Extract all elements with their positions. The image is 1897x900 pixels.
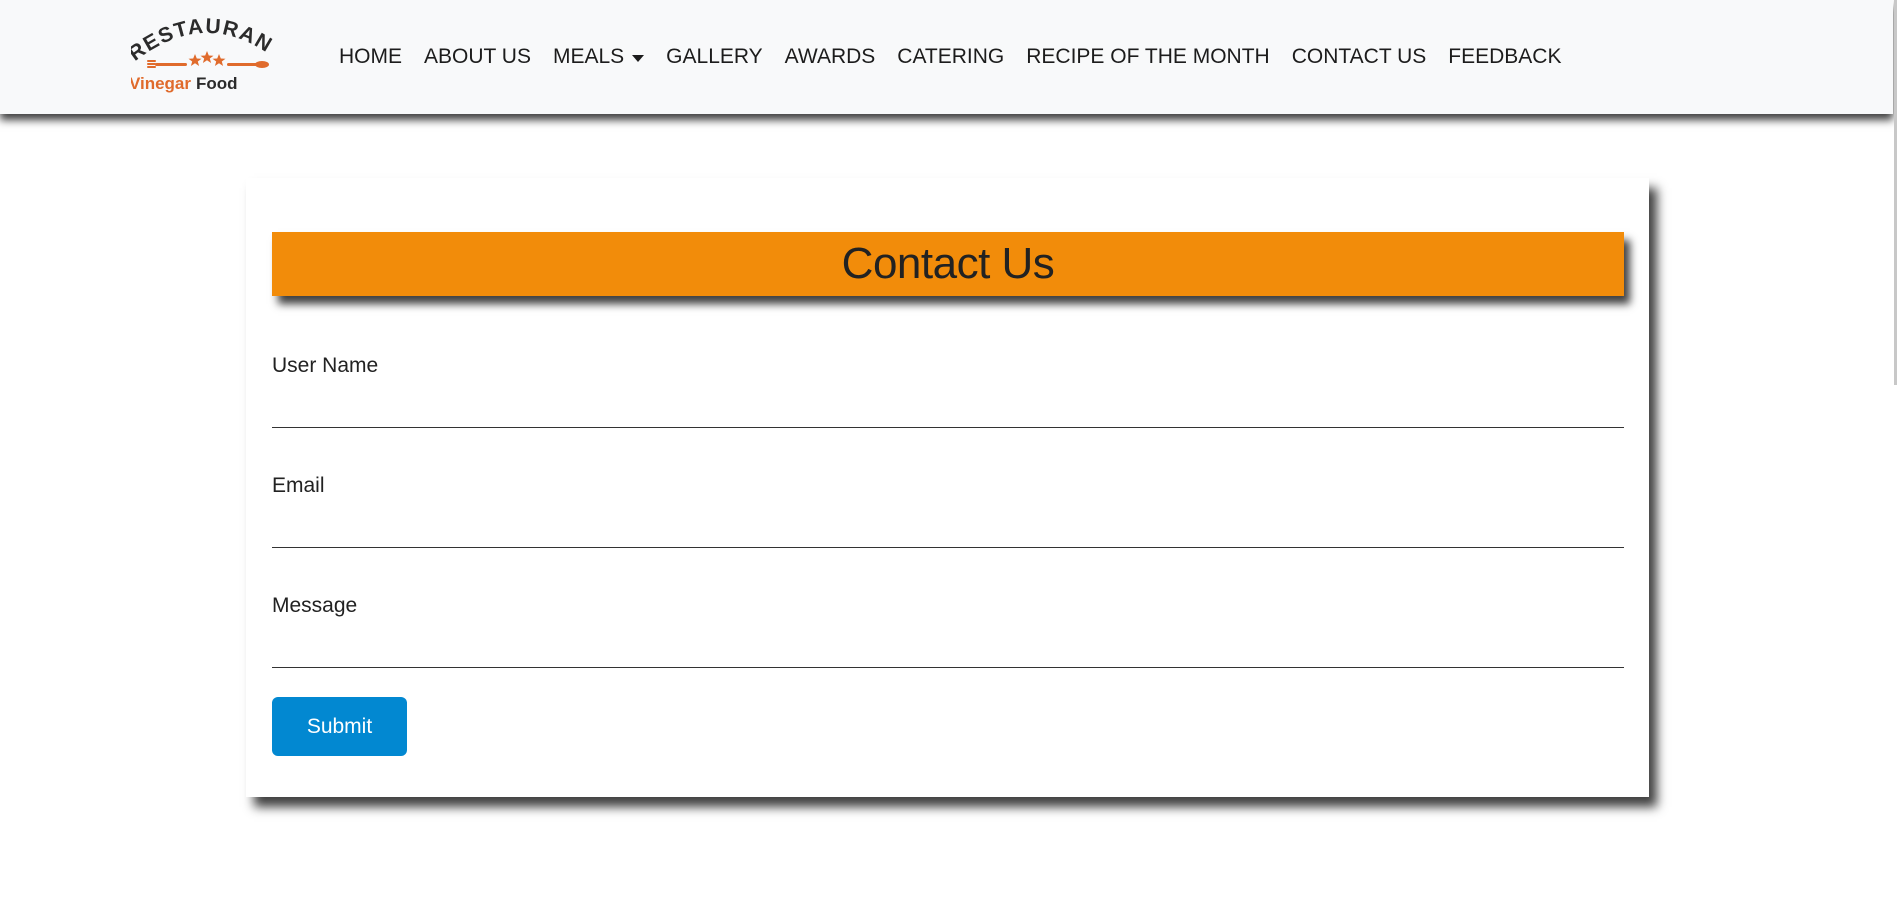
nav-item-label: FEEDBACK (1448, 45, 1562, 68)
logo-brand-primary: Vinegar (131, 74, 191, 93)
page-title: Contact Us (841, 239, 1055, 288)
nav-item-home[interactable]: HOME (328, 0, 413, 114)
message-field-group: Message (272, 594, 1624, 668)
username-field-group: User Name (272, 354, 1624, 428)
nav-item-label: CONTACT US (1291, 45, 1427, 68)
nav-item-label: MEALS (552, 45, 625, 68)
contact-form-header: Contact Us (272, 232, 1624, 296)
nav-item-catering[interactable]: CATERING (886, 0, 1015, 114)
knife-icon (227, 61, 269, 68)
top-navbar: RESTAURANT Vinegar Food (0, 0, 1893, 114)
fork-icon (147, 60, 187, 68)
username-label: User Name (272, 354, 379, 377)
nav-menu: HOME ABOUT US MEALS GALLERY AWARDS CATER… (328, 0, 1572, 114)
nav-item-label: RECIPE OF THE MONTH (1026, 45, 1270, 68)
message-input[interactable] (272, 632, 1624, 668)
nav-item-label: HOME (339, 45, 402, 68)
nav-item-recipe-of-the-month[interactable]: RECIPE OF THE MONTH (1015, 0, 1280, 114)
nav-item-label: CATERING (897, 45, 1005, 68)
message-label: Message (272, 594, 358, 617)
nav-item-about-us[interactable]: ABOUT US (413, 0, 542, 114)
email-field-group: Email (272, 474, 1624, 548)
contact-form-card: Contact Us User Name Email Message Submi… (246, 178, 1649, 797)
email-input[interactable] (272, 512, 1624, 548)
nav-item-feedback[interactable]: FEEDBACK (1437, 0, 1572, 114)
nav-item-contact-us[interactable]: CONTACT US (1281, 0, 1438, 114)
logo-brand-secondary: Food (196, 74, 238, 93)
star-icon (188, 51, 226, 66)
nav-item-awards[interactable]: AWARDS (774, 0, 887, 114)
submit-button[interactable]: Submit (272, 697, 407, 756)
caret-down-icon (632, 54, 645, 62)
nav-item-label: GALLERY (666, 45, 763, 68)
nav-item-label: ABOUT US (424, 45, 531, 68)
svg-text:RESTAURANT: RESTAURANT (131, 17, 277, 66)
username-input[interactable] (272, 392, 1624, 428)
logo-top-text: RESTAURANT (131, 17, 275, 66)
nav-item-gallery[interactable]: GALLERY (655, 0, 774, 114)
restaurant-logo[interactable]: RESTAURANT Vinegar Food (131, 17, 283, 95)
nav-item-label: AWARDS (784, 45, 876, 68)
nav-item-meals-dropdown[interactable]: MEALS (542, 0, 655, 114)
logo-graphic: RESTAURANT Vinegar Food (131, 17, 277, 93)
email-label: Email (272, 474, 325, 497)
